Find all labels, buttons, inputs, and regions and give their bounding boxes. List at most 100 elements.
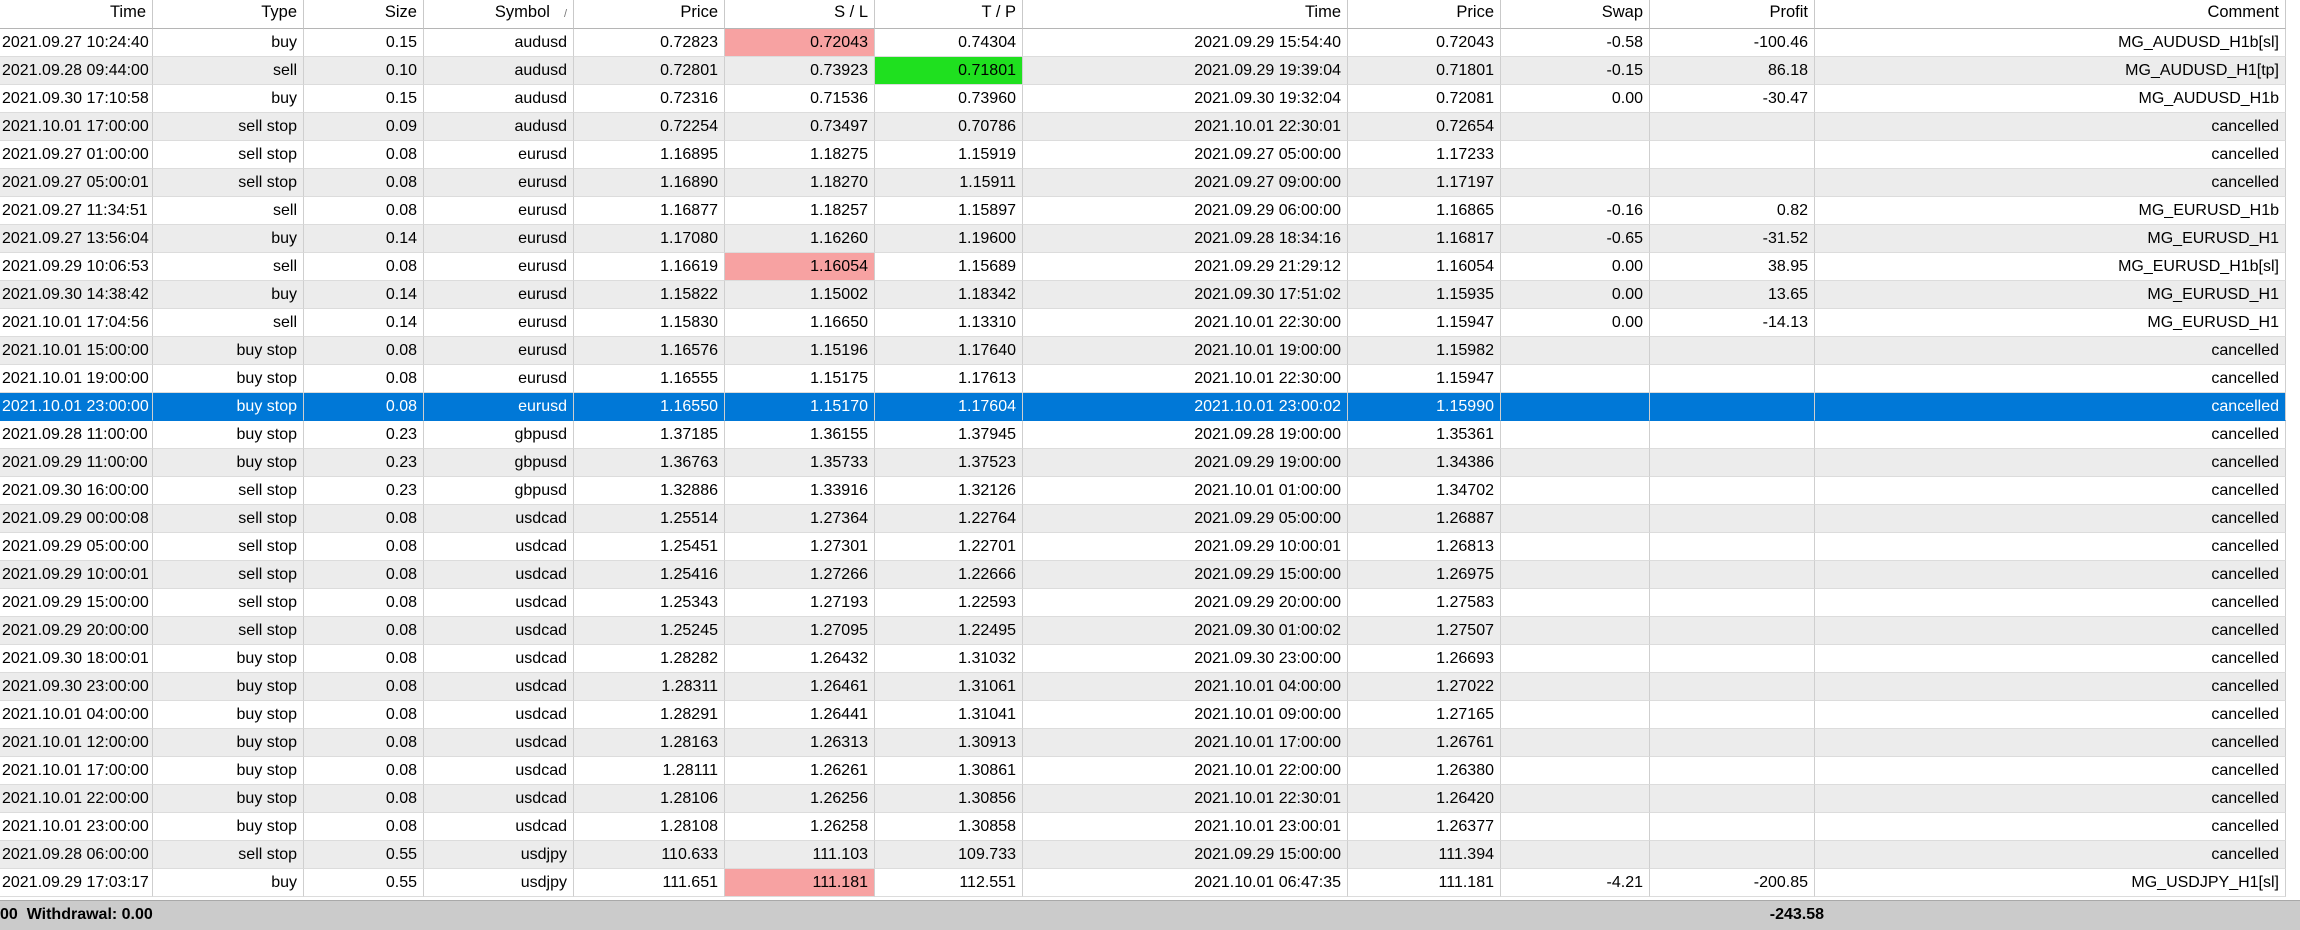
cell-profit xyxy=(1650,141,1815,169)
column-header-price-open[interactable]: Price xyxy=(574,0,725,29)
cell-type: sell stop xyxy=(153,141,304,169)
cell-size: 0.08 xyxy=(304,253,424,281)
cell-time-close: 2021.09.28 19:00:00 xyxy=(1023,421,1348,449)
cell-profit xyxy=(1650,757,1815,785)
cell-time-close: 2021.09.29 19:00:00 xyxy=(1023,449,1348,477)
cell-size: 0.08 xyxy=(304,785,424,813)
cell-size: 0.55 xyxy=(304,841,424,869)
cell-symbol: eurusd xyxy=(424,393,574,421)
cell-stop-loss: 1.15170 xyxy=(725,393,875,421)
cell-time-close: 2021.10.01 22:30:00 xyxy=(1023,309,1348,337)
cell-swap xyxy=(1501,813,1650,841)
cell-comment: cancelled xyxy=(1815,617,2286,645)
cell-profit xyxy=(1650,449,1815,477)
cell-comment: cancelled xyxy=(1815,729,2286,757)
column-header-take-profit[interactable]: T / P xyxy=(875,0,1023,29)
cell-price-close: 1.26761 xyxy=(1348,729,1501,757)
cell-price-open: 0.72254 xyxy=(574,113,725,141)
cell-stop-loss: 1.15175 xyxy=(725,365,875,393)
cell-stop-loss: 1.18257 xyxy=(725,197,875,225)
cell-comment: MG_EURUSD_H1 xyxy=(1815,225,2286,253)
cell-profit: 0.82 xyxy=(1650,197,1815,225)
cell-type: sell xyxy=(153,309,304,337)
cell-type: buy stop xyxy=(153,421,304,449)
cell-stop-loss: 1.26461 xyxy=(725,673,875,701)
column-header-profit[interactable]: Profit xyxy=(1650,0,1815,29)
cell-time-open: 2021.09.27 11:34:51 xyxy=(0,197,153,225)
cell-symbol: usdcad xyxy=(424,757,574,785)
column-header-label: Swap xyxy=(1601,3,1643,21)
column-header-swap[interactable]: Swap xyxy=(1501,0,1650,29)
sort-indicator-icon: / xyxy=(563,8,567,20)
cell-price-close: 1.27583 xyxy=(1348,589,1501,617)
cell-type: buy stop xyxy=(153,337,304,365)
trade-history-table: Time Type Size Symbol / Price S / L T / P Time Pr… xyxy=(0,0,2300,897)
column-header-size[interactable]: Size xyxy=(304,0,424,29)
cell-price-open: 1.16576 xyxy=(574,337,725,365)
cell-time-close: 2021.10.01 23:00:02 xyxy=(1023,393,1348,421)
cell-type: buy xyxy=(153,281,304,309)
cell-time-open: 2021.09.29 11:00:00 xyxy=(0,449,153,477)
cell-price-close: 1.15947 xyxy=(1348,309,1501,337)
cell-symbol: usdcad xyxy=(424,617,574,645)
column-header-symbol[interactable]: Symbol / xyxy=(424,0,574,29)
cell-swap xyxy=(1501,673,1650,701)
cell-take-profit: 1.17613 xyxy=(875,365,1023,393)
cell-time-open: 2021.10.01 12:00:00 xyxy=(0,729,153,757)
cell-time-open: 2021.10.01 17:04:56 xyxy=(0,309,153,337)
cell-size: 0.23 xyxy=(304,421,424,449)
cell-symbol: audusd xyxy=(424,113,574,141)
cell-price-open: 1.28106 xyxy=(574,785,725,813)
cell-price-open: 1.16555 xyxy=(574,365,725,393)
column-header-price-close[interactable]: Price xyxy=(1348,0,1501,29)
cell-stop-loss: 0.71536 xyxy=(725,85,875,113)
cell-type: buy stop xyxy=(153,757,304,785)
cell-stop-loss: 111.181 xyxy=(725,869,875,897)
cell-profit xyxy=(1650,393,1815,421)
cell-stop-loss: 1.16260 xyxy=(725,225,875,253)
cell-symbol: eurusd xyxy=(424,281,574,309)
column-header-stop-loss[interactable]: S / L xyxy=(725,0,875,29)
cell-take-profit: 1.31061 xyxy=(875,673,1023,701)
cell-take-profit: 1.32126 xyxy=(875,477,1023,505)
cell-comment: cancelled xyxy=(1815,785,2286,813)
column-header-type[interactable]: Type xyxy=(153,0,304,29)
cell-price-close: 1.34702 xyxy=(1348,477,1501,505)
cell-size: 0.08 xyxy=(304,589,424,617)
cell-stop-loss: 1.27364 xyxy=(725,505,875,533)
cell-stop-loss: 1.15196 xyxy=(725,337,875,365)
cell-comment: MG_EURUSD_H1 xyxy=(1815,309,2286,337)
column-header-comment[interactable]: Comment xyxy=(1815,0,2286,29)
cell-symbol: usdcad xyxy=(424,533,574,561)
cell-price-open: 1.36763 xyxy=(574,449,725,477)
cell-take-profit: 1.13310 xyxy=(875,309,1023,337)
cell-stop-loss: 1.26432 xyxy=(725,645,875,673)
cell-price-open: 1.15822 xyxy=(574,281,725,309)
cell-price-close: 0.71801 xyxy=(1348,57,1501,85)
cell-stop-loss: 1.18270 xyxy=(725,169,875,197)
cell-type: sell xyxy=(153,57,304,85)
cell-symbol: usdcad xyxy=(424,673,574,701)
cell-swap xyxy=(1501,533,1650,561)
cell-stop-loss: 1.33916 xyxy=(725,477,875,505)
cell-type: buy stop xyxy=(153,785,304,813)
cell-time-close: 2021.09.29 15:54:40 xyxy=(1023,29,1348,57)
cell-price-open: 0.72823 xyxy=(574,29,725,57)
cell-time-open: 2021.09.29 05:00:00 xyxy=(0,533,153,561)
cell-swap xyxy=(1501,589,1650,617)
cell-swap xyxy=(1501,645,1650,673)
cell-time-open: 2021.09.30 17:10:58 xyxy=(0,85,153,113)
column-header-time-open[interactable]: Time xyxy=(0,0,153,29)
cell-size: 0.23 xyxy=(304,449,424,477)
cell-stop-loss: 0.72043 xyxy=(725,29,875,57)
cell-type: buy xyxy=(153,85,304,113)
cell-stop-loss: 1.18275 xyxy=(725,141,875,169)
cell-symbol: eurusd xyxy=(424,141,574,169)
cell-stop-loss: 111.103 xyxy=(725,841,875,869)
cell-profit xyxy=(1650,701,1815,729)
column-header-time-close[interactable]: Time xyxy=(1023,0,1348,29)
cell-price-open: 1.16619 xyxy=(574,253,725,281)
cell-comment: MG_AUDUSD_H1[tp] xyxy=(1815,57,2286,85)
cell-time-open: 2021.09.29 10:06:53 xyxy=(0,253,153,281)
cell-size: 0.08 xyxy=(304,813,424,841)
